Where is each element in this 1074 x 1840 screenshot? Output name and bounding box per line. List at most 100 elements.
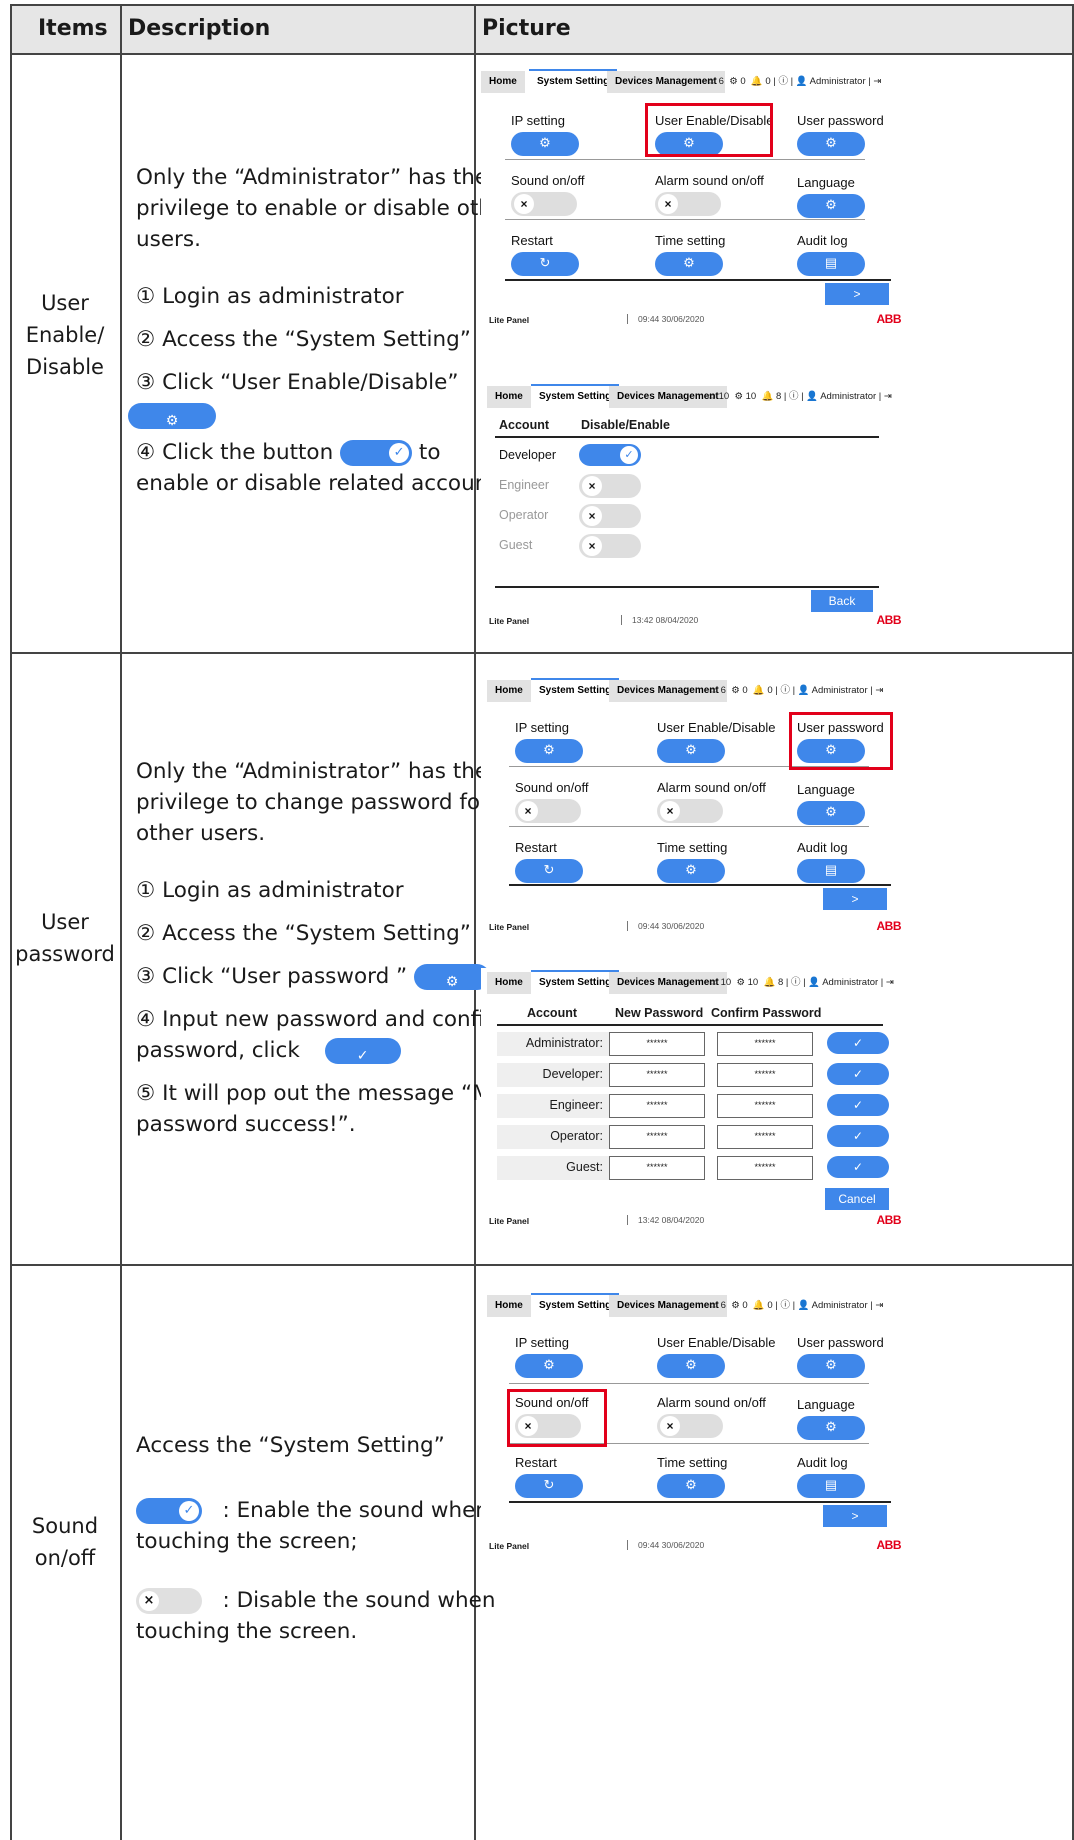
tab-system-setting[interactable]: System Setting (529, 69, 618, 93)
gears-icon[interactable]: ⚙ (657, 1354, 725, 1378)
tab-system-setting[interactable]: System Setting (531, 970, 620, 994)
toggle-off[interactable]: × (511, 192, 577, 216)
setting-user-enable[interactable]: User Enable/Disable ⚙ (657, 1335, 776, 1378)
panel-settings-screenshot-1: Home System Setting Devices Management ▭… (481, 67, 909, 331)
cancel-button[interactable]: Cancel (825, 1188, 889, 1210)
setting-language[interactable]: Language ⚙ (797, 175, 865, 218)
step-4-to: to (418, 440, 441, 465)
setting-alarm-sound[interactable]: Alarm sound on/off × (657, 780, 766, 823)
toggle-on[interactable]: ✓ (579, 444, 641, 466)
toggle-off[interactable]: × (579, 504, 641, 528)
restart-icon[interactable]: ↻ (515, 859, 583, 883)
confirm-button[interactable]: ✓ (827, 1063, 889, 1085)
setting-audit-log[interactable]: Audit log ▤ (797, 1455, 865, 1498)
confirm-password-field[interactable]: ****** (717, 1125, 813, 1149)
toggle-off[interactable]: × (515, 799, 581, 823)
new-password-field[interactable]: ****** (609, 1156, 705, 1180)
item-line: User (41, 291, 89, 315)
gears-icon[interactable]: ⚙ (797, 1354, 865, 1378)
tab-home[interactable]: Home (487, 972, 531, 994)
step-4: ④ Click the button (136, 440, 334, 465)
new-password-field[interactable]: ****** (609, 1063, 705, 1087)
confirm-password-field[interactable]: ****** (717, 1032, 813, 1056)
confirm-password-field[interactable]: ****** (717, 1156, 813, 1180)
next-button[interactable]: > (823, 1505, 887, 1527)
document-icon[interactable]: ▤ (797, 252, 865, 276)
toggle-off[interactable]: × (579, 534, 641, 558)
setting-restart[interactable]: Restart ↻ (511, 233, 579, 276)
tab-home[interactable]: Home (487, 1295, 531, 1317)
confirm-button[interactable]: ✓ (827, 1094, 889, 1116)
item-line: on/off (34, 1546, 96, 1570)
back-button[interactable]: Back (811, 590, 873, 612)
document-icon[interactable]: ▤ (797, 1474, 865, 1498)
setting-ip[interactable]: IP setting ⚙ (515, 1335, 583, 1378)
gears-icon[interactable]: ⚙ (797, 132, 865, 156)
header-description: Description (128, 16, 271, 41)
col-confirm-password: Confirm Password (711, 1006, 822, 1020)
setting-user-enable[interactable]: User Enable/Disable ⚙ (657, 720, 776, 763)
col-account: Account (499, 418, 549, 432)
setting-audit-log[interactable]: Audit log ▤ (797, 233, 865, 276)
account-operator: Operator (499, 508, 549, 522)
tab-system-setting[interactable]: System Setting (531, 1293, 620, 1317)
setting-restart[interactable]: Restart ↻ (515, 1455, 583, 1498)
toggle-off[interactable]: × (579, 474, 641, 498)
toggle-off[interactable]: × (657, 799, 723, 823)
abb-logo: ABB (876, 1213, 902, 1227)
tab-home[interactable]: Home (487, 386, 531, 408)
setting-audit-log[interactable]: Audit log ▤ (797, 840, 865, 883)
border-row1 (10, 652, 1074, 654)
setting-alarm-sound[interactable]: Alarm sound on/off × (655, 173, 764, 216)
tab-system-setting[interactable]: System Setting (531, 678, 620, 702)
setting-alarm-sound[interactable]: Alarm sound on/off × (657, 1395, 766, 1438)
border-col1 (120, 4, 122, 1840)
password-account-label: Administrator: (525, 1036, 603, 1050)
gears-icon[interactable]: ⚙ (657, 739, 725, 763)
gears-icon[interactable]: ⚙ (511, 132, 579, 156)
confirm-password-field[interactable]: ****** (717, 1063, 813, 1087)
restart-icon[interactable]: ↻ (515, 1474, 583, 1498)
setting-user-password[interactable]: User password ⚙ (797, 113, 884, 156)
document-icon[interactable]: ▤ (797, 859, 865, 883)
restart-icon[interactable]: ↻ (511, 252, 579, 276)
tab-home[interactable]: Home (487, 680, 531, 702)
gears-icon[interactable]: ⚙ (797, 801, 865, 825)
setting-user-password[interactable]: User password ⚙ (797, 1335, 884, 1378)
gears-icon[interactable]: ⚙ (797, 194, 865, 218)
item-user-enable-disable: User Enable/ Disable (10, 287, 120, 383)
gears-icon[interactable]: ⚙ (797, 1416, 865, 1440)
setting-sound[interactable]: Sound on/off × (515, 780, 589, 823)
x-icon: × (139, 1591, 159, 1611)
gears-icon[interactable]: ⚙ (515, 1354, 583, 1378)
new-password-field[interactable]: ****** (609, 1094, 705, 1118)
setting-language[interactable]: Language ⚙ (797, 782, 865, 825)
setting-ip[interactable]: IP setting ⚙ (511, 113, 579, 156)
setting-time[interactable]: Time setting ⚙ (657, 1455, 727, 1498)
setting-ip[interactable]: IP setting ⚙ (515, 720, 583, 763)
check-icon: ✓ (389, 443, 410, 463)
abb-logo: ABB (876, 1538, 902, 1552)
setting-sound[interactable]: Sound on/off × (511, 173, 585, 216)
toggle-off[interactable]: × (655, 192, 721, 216)
gears-icon[interactable]: ⚙ (657, 859, 725, 883)
setting-time[interactable]: Time setting ⚙ (655, 233, 725, 276)
gears-icon[interactable]: ⚙ (655, 252, 723, 276)
new-password-field[interactable]: ****** (609, 1032, 705, 1056)
confirm-button[interactable]: ✓ (827, 1125, 889, 1147)
setting-restart[interactable]: Restart ↻ (515, 840, 583, 883)
item-line: Enable/ (25, 323, 105, 347)
tab-home[interactable]: Home (481, 71, 525, 93)
toggle-off[interactable]: × (657, 1414, 723, 1438)
next-button[interactable]: > (825, 283, 889, 305)
confirm-button[interactable]: ✓ (827, 1032, 889, 1054)
confirm-button[interactable]: ✓ (827, 1156, 889, 1178)
confirm-password-field[interactable]: ****** (717, 1094, 813, 1118)
gears-icon[interactable]: ⚙ (657, 1474, 725, 1498)
next-button[interactable]: > (823, 888, 887, 910)
setting-language[interactable]: Language ⚙ (797, 1397, 865, 1440)
setting-time[interactable]: Time setting ⚙ (657, 840, 727, 883)
new-password-field[interactable]: ****** (609, 1125, 705, 1149)
gears-icon[interactable]: ⚙ (515, 739, 583, 763)
tab-system-setting[interactable]: System Setting (531, 384, 620, 408)
